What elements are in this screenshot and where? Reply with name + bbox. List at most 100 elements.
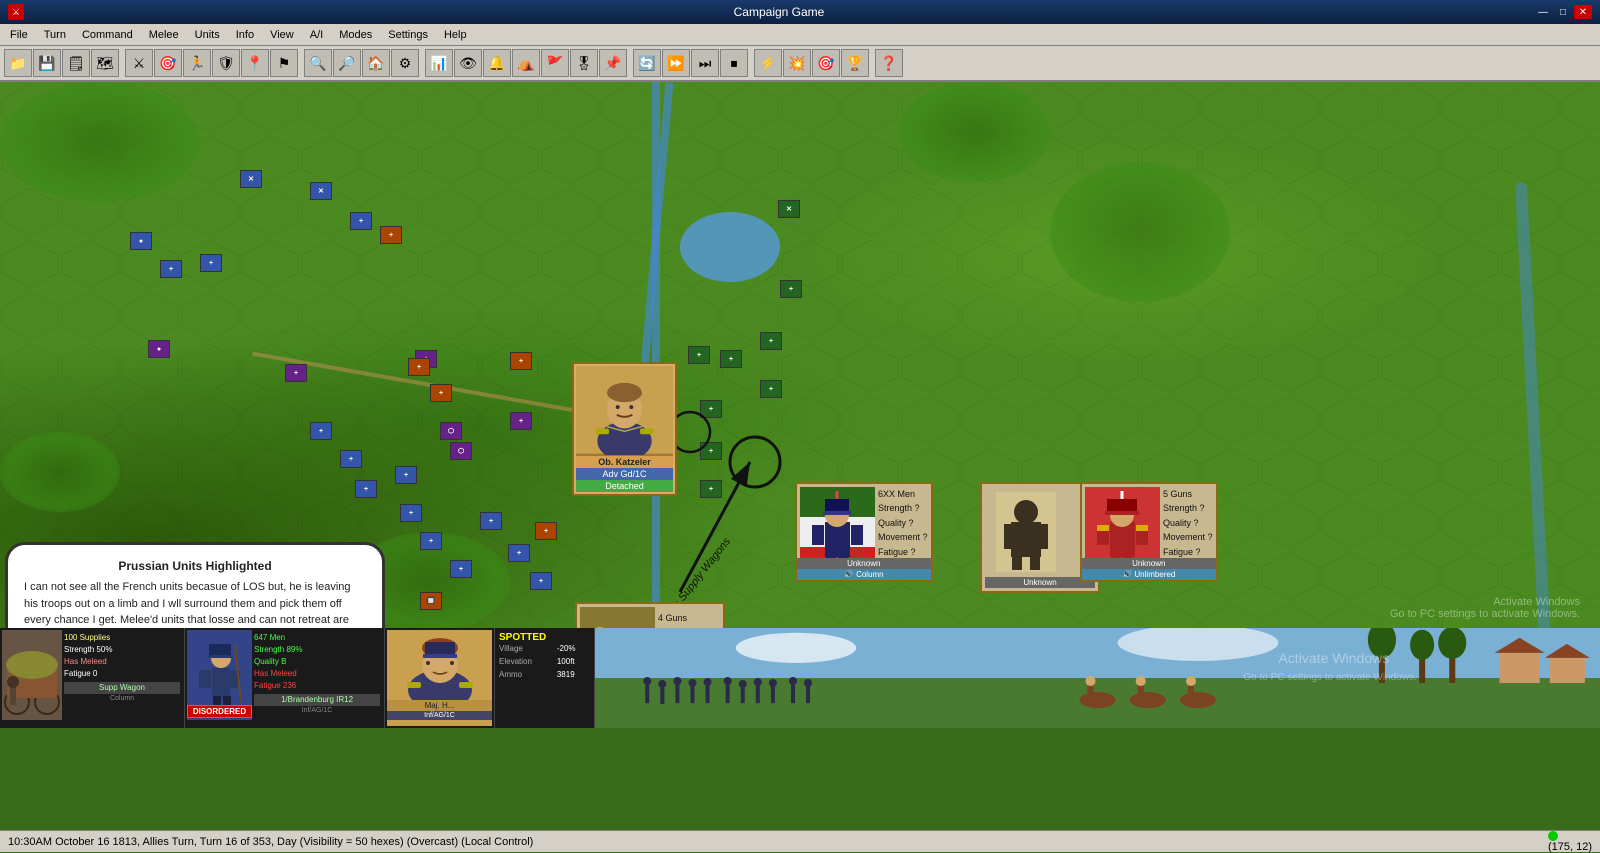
unit-counter[interactable]: + <box>480 512 502 530</box>
status-indicator <box>1548 831 1558 841</box>
unit-counter-green[interactable]: + <box>760 332 782 350</box>
unit-counter-purple[interactable]: ● <box>148 340 170 358</box>
unit-counter-green[interactable]: + <box>700 442 722 460</box>
menu-view[interactable]: View <box>264 27 300 43</box>
toolbar-btn-22[interactable]: 🔄 <box>633 49 661 77</box>
forest-1 <box>0 82 200 202</box>
toolbar-btn-open[interactable]: 📁 <box>4 49 32 77</box>
toolbar-btn-9[interactable]: 📍 <box>241 49 269 77</box>
commander-portrait <box>576 366 673 456</box>
menu-help[interactable]: Help <box>438 27 473 43</box>
toolbar-btn-14[interactable]: ⚙ <box>391 49 419 77</box>
unit-counter[interactable]: + <box>530 572 552 590</box>
toolbar-btn-25[interactable]: ⏹ <box>720 49 748 77</box>
unit-card-footer-1: Unknown 🔊 Column <box>797 558 931 580</box>
unit-counter-green[interactable]: + <box>760 380 782 398</box>
menu-melee[interactable]: Melee <box>143 27 185 43</box>
toolbar-btn-7[interactable]: 🏃 <box>183 49 211 77</box>
maximize-button[interactable]: □ <box>1554 5 1572 19</box>
toolbar-btn-5[interactable]: ⚔ <box>125 49 153 77</box>
unit-counter-orange[interactable]: + <box>408 358 430 376</box>
menu-file[interactable]: File <box>4 27 34 43</box>
unit-counter[interactable]: + <box>420 532 442 550</box>
unit-counter-green[interactable]: + <box>700 480 722 498</box>
unit-counter-orange[interactable]: 🔲 <box>420 592 442 610</box>
unit-counter-green[interactable]: ✕ <box>778 200 800 218</box>
unit-counter[interactable]: + <box>400 504 422 522</box>
unit-portrait-supply <box>2 630 62 720</box>
unit-counter-orange[interactable]: + <box>510 352 532 370</box>
unit-counter[interactable]: ● <box>130 232 152 250</box>
menu-turn[interactable]: Turn <box>38 27 72 43</box>
unit-counter-purple[interactable]: + <box>510 412 532 430</box>
toolbar-btn-15[interactable]: 📊 <box>425 49 453 77</box>
toolbar-btn-4[interactable]: 🗺 <box>91 49 119 77</box>
unit-counter-green[interactable]: + <box>700 400 722 418</box>
toolbar-btn-13[interactable]: 🏠 <box>362 49 390 77</box>
toolbar: 📁 💾 🗒 🗺 ⚔ 🎯 🏃 🛡 📍 ⚑ 🔍 🔎 🏠 ⚙ 📊 👁 🔔 ⛺ 🚩 🎖 … <box>0 46 1600 82</box>
unit-card-1: 6XX Men Strength ? Quality ? Movement ? … <box>795 482 933 582</box>
toolbar-btn-18[interactable]: ⛺ <box>512 49 540 77</box>
status-coords: (175, 12) <box>1548 841 1592 853</box>
unit-counter[interactable]: + <box>200 254 222 272</box>
unit-counter-orange[interactable]: + <box>430 384 452 402</box>
toolbar-btn-21[interactable]: 📌 <box>599 49 627 77</box>
unit-counter-green[interactable]: + <box>688 346 710 364</box>
game-map[interactable]: ✕ ✕ + ● + + + + + + + + + + + + + + + ✕ … <box>0 82 1600 650</box>
unit-counter-purple[interactable]: ⬡ <box>440 422 462 440</box>
toolbar-btn-help[interactable]: ❓ <box>875 49 903 77</box>
toolbar-btn-10[interactable]: ⚑ <box>270 49 298 77</box>
toolbar-btn-save[interactable]: 💾 <box>33 49 61 77</box>
bottom-unit-2[interactable]: DISORDERED 647 Men Strength 89% Quality … <box>185 628 385 728</box>
unit-counter-purple[interactable]: + <box>285 364 307 382</box>
toolbar-btn-6[interactable]: 🎯 <box>154 49 182 77</box>
unit-counter[interactable]: + <box>508 544 530 562</box>
bottom-panel: 100 Supplies Strength 50% Has Meleed Fat… <box>0 628 1600 728</box>
toolbar-btn-17[interactable]: 🔔 <box>483 49 511 77</box>
toolbar-btn-8[interactable]: 🛡 <box>212 49 240 77</box>
status-right: (175, 12) <box>1548 831 1592 853</box>
status-bar: 10:30AM October 16 1813, Allies Turn, Tu… <box>0 830 1600 852</box>
forest-3 <box>1050 162 1230 302</box>
window-title: Campaign Game <box>24 5 1534 19</box>
toolbar-btn-26[interactable]: ⚡ <box>754 49 782 77</box>
unit-portrait-2 <box>985 487 1067 577</box>
menu-command[interactable]: Command <box>76 27 139 43</box>
bottom-unit-3[interactable]: Maj. H... Inf/AG/1C <box>385 628 495 728</box>
unit-counter-orange[interactable]: + <box>535 522 557 540</box>
toolbar-btn-27[interactable]: 💥 <box>783 49 811 77</box>
unit-counter[interactable]: + <box>340 450 362 468</box>
menu-modes[interactable]: Modes <box>333 27 378 43</box>
menu-ai[interactable]: A/I <box>304 27 329 43</box>
unit-counter[interactable]: + <box>350 212 372 230</box>
toolbar-btn-24[interactable]: ⏭ <box>691 49 719 77</box>
unit-counter[interactable]: ✕ <box>310 182 332 200</box>
toolbar-btn-19[interactable]: 🚩 <box>541 49 569 77</box>
unit-counter[interactable]: + <box>310 422 332 440</box>
unit-counter-orange[interactable]: + <box>380 226 402 244</box>
toolbar-btn-20[interactable]: 🎖 <box>570 49 598 77</box>
toolbar-btn-23[interactable]: ⏩ <box>662 49 690 77</box>
unit-counter[interactable]: + <box>160 260 182 278</box>
menu-settings[interactable]: Settings <box>382 27 434 43</box>
unit-counter[interactable]: + <box>450 560 472 578</box>
minimize-button[interactable]: — <box>1534 5 1552 19</box>
forest-4 <box>0 432 120 512</box>
unit-counter-green[interactable]: + <box>780 280 802 298</box>
toolbar-btn-16[interactable]: 👁 <box>454 49 482 77</box>
toolbar-btn-11[interactable]: 🔍 <box>304 49 332 77</box>
toolbar-btn-29[interactable]: 🏆 <box>841 49 869 77</box>
toolbar-btn-28[interactable]: 🎯 <box>812 49 840 77</box>
menu-info[interactable]: Info <box>230 27 260 43</box>
toolbar-btn-12[interactable]: 🔎 <box>333 49 361 77</box>
unit-counter-green[interactable]: + <box>720 350 742 368</box>
unit-counter[interactable]: ✕ <box>240 170 262 188</box>
unit-unknown-2: Unknown <box>985 577 1095 588</box>
unit-counter[interactable]: + <box>395 466 417 484</box>
unit-counter[interactable]: + <box>355 480 377 498</box>
menu-units[interactable]: Units <box>189 27 226 43</box>
unit-counter-purple[interactable]: ⬡ <box>450 442 472 460</box>
toolbar-btn-3[interactable]: 🗒 <box>62 49 90 77</box>
close-button[interactable]: ✕ <box>1574 5 1592 19</box>
bottom-unit-1[interactable]: 100 Supplies Strength 50% Has Meleed Fat… <box>0 628 185 728</box>
